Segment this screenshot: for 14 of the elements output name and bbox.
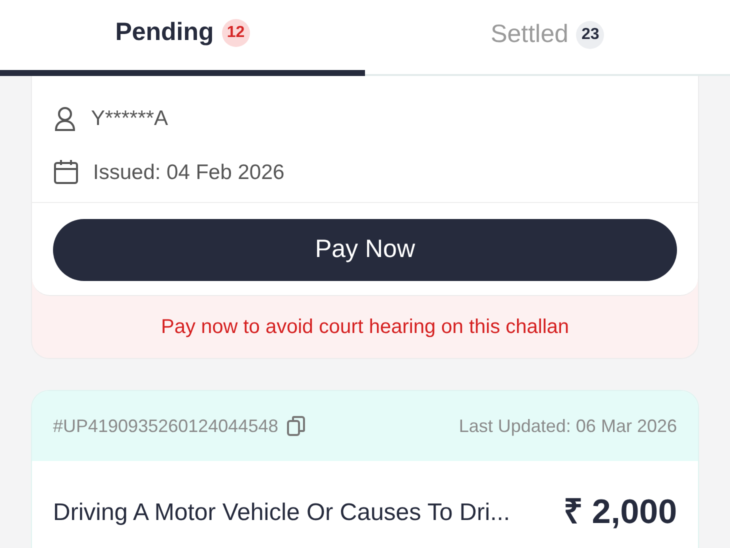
calendar-icon bbox=[53, 159, 79, 186]
last-updated: Last Updated: 06 Mar 2026 bbox=[458, 414, 677, 438]
offence-title: Driving A Motor Vehicle Or Causes To Dri... bbox=[53, 498, 510, 528]
tab-label[interactable]: Pending bbox=[115, 14, 214, 52]
issued-date: Issued: 04 Feb 2026 bbox=[93, 160, 284, 186]
pay-now-button[interactable]: Pay Now bbox=[53, 219, 677, 281]
fine-amount: ₹ 2,000 bbox=[563, 492, 677, 533]
warning-message: Pay now to avoid court hearing on this challan bbox=[160, 315, 570, 340]
challan-number: #UP4190935260124044548 bbox=[53, 414, 278, 438]
count-badge: 23 bbox=[576, 21, 604, 49]
copy-icon[interactable] bbox=[286, 415, 306, 437]
owner-name: Y******A bbox=[91, 106, 168, 132]
count-badge: 12 bbox=[222, 19, 250, 47]
person-icon bbox=[53, 106, 77, 132]
